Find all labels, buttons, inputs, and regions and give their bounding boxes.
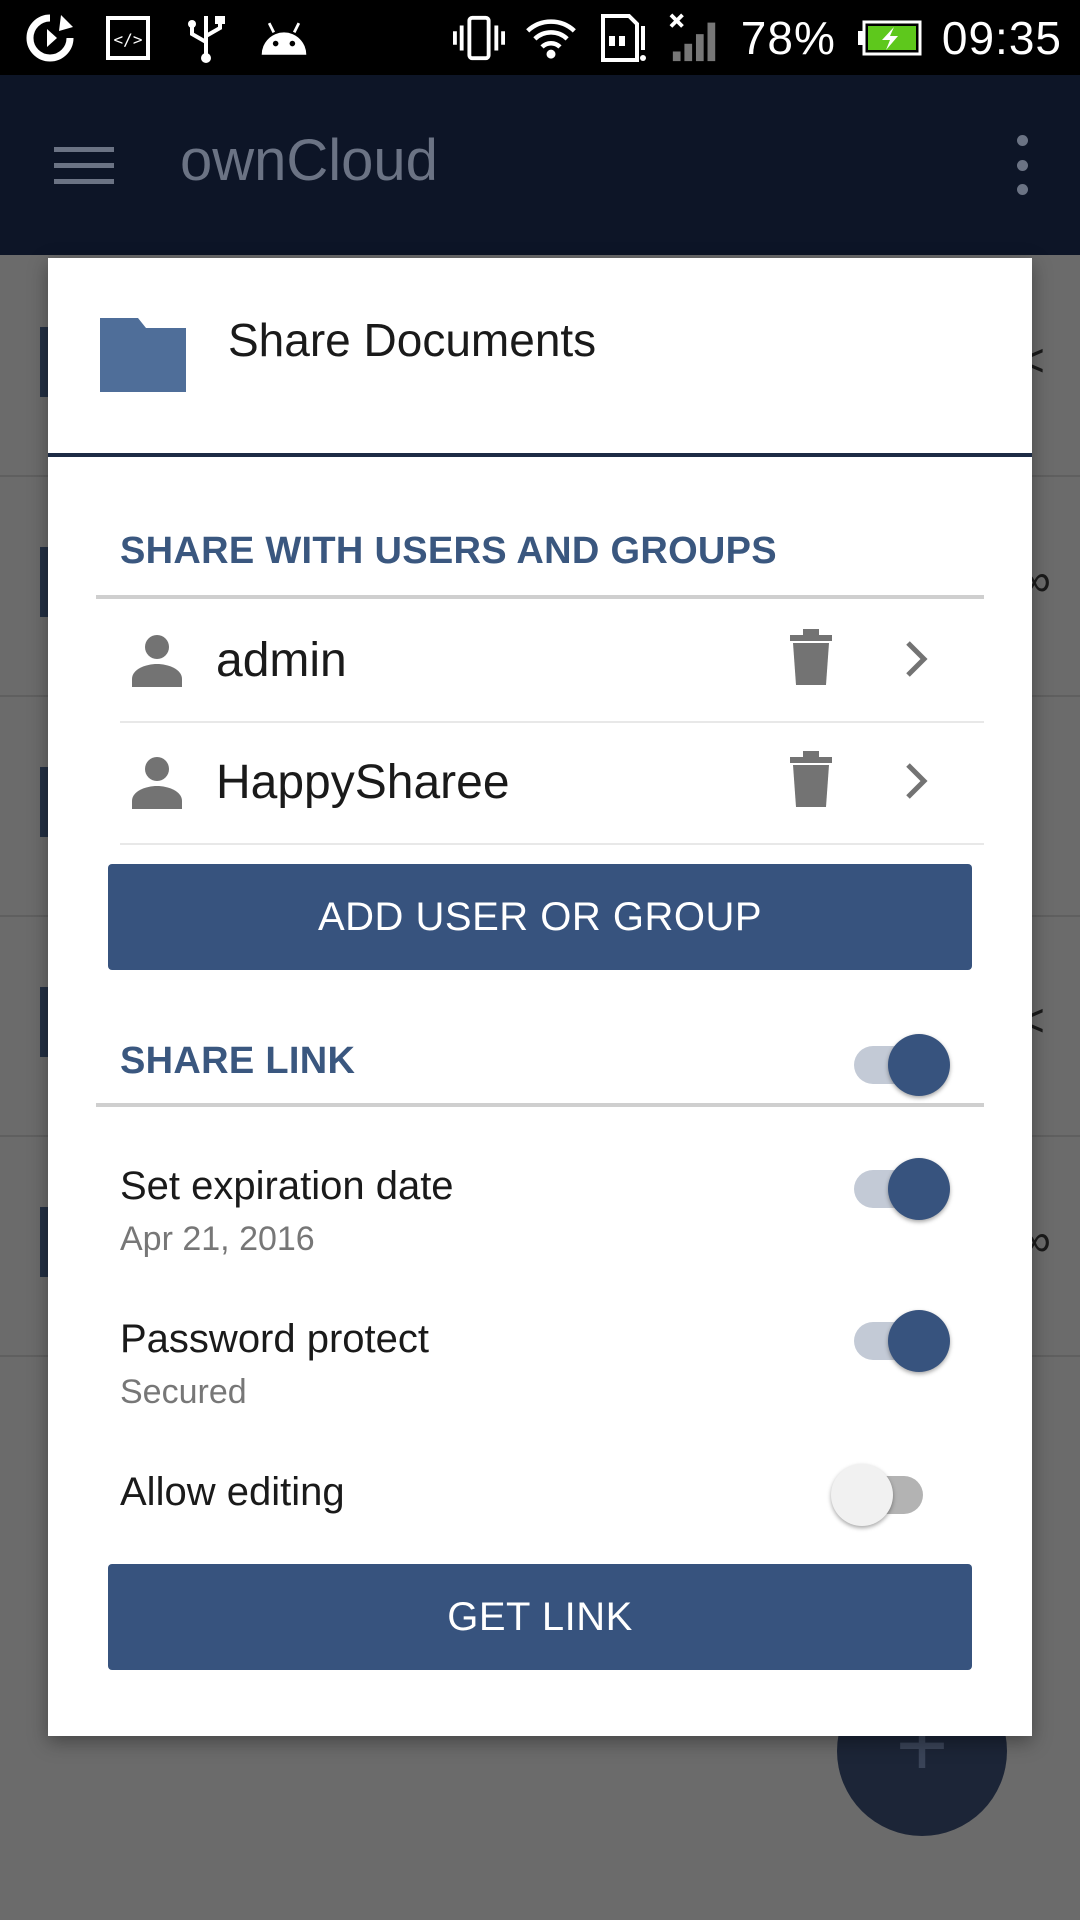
expiration-date-value: Apr 21, 2016 <box>120 1220 315 1258</box>
share-link-toggle[interactable] <box>848 1028 950 1098</box>
overflow-menu-icon[interactable] <box>1010 135 1034 195</box>
expiration-date-toggle[interactable] <box>848 1152 950 1222</box>
delete-share-icon[interactable] <box>788 629 834 685</box>
signal-icon <box>669 12 721 64</box>
folder-icon <box>100 318 186 392</box>
status-bar: </> 78% 09:35 <box>0 0 1080 75</box>
expiration-date-label: Set expiration date <box>120 1164 454 1208</box>
code-icon: </> <box>102 12 154 64</box>
share-user-row[interactable]: HappySharee <box>120 721 984 845</box>
share-dialog: Share Documents SHARE WITH USERS AND GRO… <box>48 258 1032 1736</box>
sync-icon <box>24 12 76 64</box>
share-user-name: admin <box>216 634 347 687</box>
allow-editing-label: Allow editing <box>120 1470 345 1514</box>
sd-card-icon <box>597 12 649 64</box>
share-user-row[interactable]: admin <box>120 599 984 723</box>
hamburger-menu-icon[interactable] <box>54 135 114 195</box>
app-title: ownCloud <box>180 128 438 193</box>
users-section-title: SHARE WITH USERS AND GROUPS <box>120 530 777 572</box>
svg-text:</>: </> <box>114 30 143 49</box>
battery-icon <box>856 12 922 64</box>
share-user-name: HappySharee <box>216 756 510 809</box>
chevron-right-icon[interactable] <box>904 761 930 801</box>
share-link-section-title: SHARE LINK <box>120 1040 356 1082</box>
vibrate-icon <box>452 12 505 64</box>
dialog-header: Share Documents <box>48 258 1032 457</box>
wifi-icon <box>525 12 577 64</box>
usb-icon <box>180 12 232 64</box>
add-user-or-group-button[interactable]: ADD USER OR GROUP <box>108 864 972 970</box>
allow-editing-toggle[interactable] <box>831 1458 933 1528</box>
status-bar-left-icons: </> <box>24 8 310 68</box>
android-icon <box>258 12 310 64</box>
get-link-button[interactable]: GET LINK <box>108 1564 972 1670</box>
password-protect-toggle[interactable] <box>848 1304 950 1374</box>
battery-percent: 78% <box>740 12 836 64</box>
dialog-title: Share Documents <box>228 314 597 366</box>
clock: 09:35 <box>941 12 1062 64</box>
password-protect-label: Password protect <box>120 1317 430 1361</box>
person-icon <box>132 635 182 687</box>
password-status: Secured <box>120 1373 247 1411</box>
app-bar: ownCloud <box>0 75 1080 255</box>
section-divider <box>96 1103 984 1107</box>
person-icon <box>132 757 182 809</box>
status-bar-right-icons: 78% 09:35 <box>452 8 1062 68</box>
chevron-right-icon[interactable] <box>904 639 930 679</box>
delete-share-icon[interactable] <box>788 751 834 807</box>
